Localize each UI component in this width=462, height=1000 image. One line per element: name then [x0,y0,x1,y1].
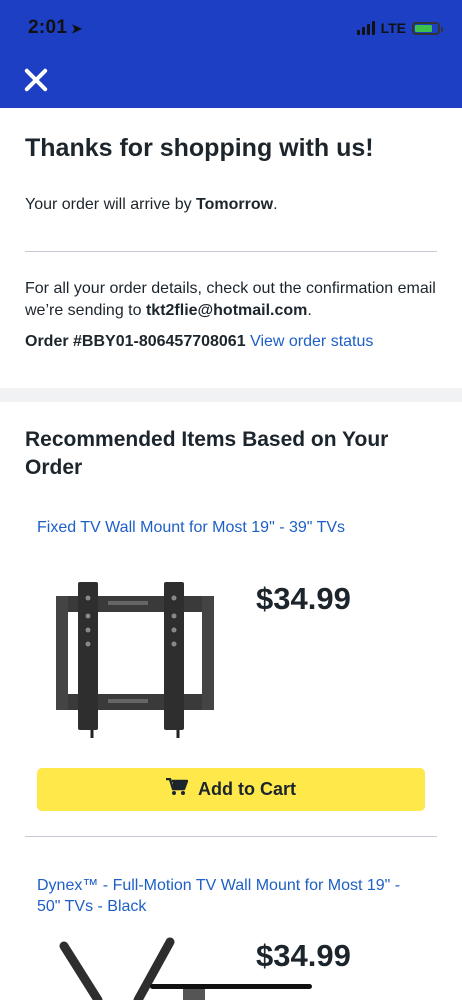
battery-icon [412,21,443,35]
product-title-link[interactable]: Dynex™ - Full-Motion TV Wall Mount for M… [37,875,427,917]
confirmation-email: tkt2flie@hotmail.com [145,302,308,319]
order-details-text: For all your order details, check out th… [25,278,437,322]
arrival-prefix: Your order will arrive by [25,196,197,213]
divider [25,251,437,252]
network-label: LTE [380,20,406,36]
product-image[interactable] [48,578,218,738]
order-number: Order #BBY01-806457708061 [25,333,246,350]
time-text: 2:01 [28,17,68,38]
location-arrow-icon: ➤ [71,21,83,36]
arrival-text: Your order will arrive by Tomorrow. [25,196,278,214]
header-bar: 2:01 ➤ LTE [0,0,462,108]
product-price: $34.99 [256,581,351,616]
page-title: Thanks for shopping with us! [25,134,374,162]
divider [25,836,437,837]
cart-icon [166,777,189,801]
recommended-heading: Recommended Items Based on Your Order [25,428,389,479]
details-suffix: . [307,302,312,319]
arrival-date: Tomorrow [196,196,274,213]
arrival-suffix: . [273,196,278,213]
section-separator [0,388,462,402]
product-price: $34.99 [256,938,351,973]
product-image[interactable] [58,936,208,1000]
product-title-link[interactable]: Fixed TV Wall Mount for Most 19" - 39" T… [37,517,427,538]
home-indicator[interactable] [150,984,312,989]
status-time: 2:01 ➤ [28,17,82,39]
add-to-cart-button[interactable]: Add to Cart [37,768,425,811]
close-button[interactable] [22,66,50,94]
order-line: Order #BBY01-806457708061 View order sta… [25,333,373,351]
signal-icon [356,21,375,35]
status-indicators: LTE [356,20,443,36]
view-order-status-link[interactable]: View order status [250,333,373,350]
add-to-cart-label: Add to Cart [198,779,296,799]
